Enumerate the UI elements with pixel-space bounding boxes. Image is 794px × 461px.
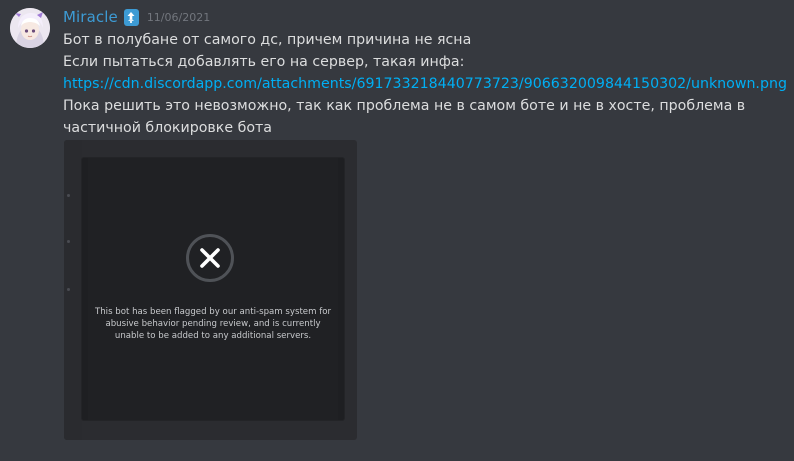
chat-message: Miracle 11/06/2021 Бот в полубане от сам… (0, 0, 794, 461)
image-attachment[interactable]: This bot has been flagged by our anti-sp… (64, 140, 357, 440)
screenshot-error-text: This bot has been flagged by our anti-sp… (82, 306, 344, 342)
message-line: Если пытаться добавлять его на сервер, т… (63, 54, 465, 70)
message-timestamp[interactable]: 11/06/2021 (147, 11, 210, 24)
attachment-link[interactable]: https://cdn.discordapp.com/attachments/6… (63, 73, 787, 95)
screenshot-text-line: abusive behavior pending review, and is … (105, 319, 321, 329)
author-name[interactable]: Miracle (63, 8, 118, 26)
message-line: Бот в полубане от самого дс, причем прич… (63, 32, 472, 48)
screenshot-dot (67, 288, 70, 291)
message-header: Miracle 11/06/2021 (63, 6, 210, 28)
screenshot-dot (67, 240, 70, 243)
screenshot-dot (67, 194, 70, 197)
avatar[interactable] (10, 8, 50, 48)
screenshot-text-line: unable to be added to any additional ser… (114, 331, 312, 341)
screenshot-modal-body (88, 158, 338, 420)
avatar-image (10, 8, 50, 48)
booster-badge-icon[interactable] (123, 8, 139, 26)
close-icon (186, 234, 234, 282)
screenshot-modal: This bot has been flagged by our anti-sp… (82, 158, 344, 420)
message-content: Бот в полубане от самого дс, причем прич… (63, 29, 787, 139)
message-paragraph: Пока решить это невозможно, так как проб… (63, 98, 746, 136)
screenshot-text-line: This bot has been flagged by our anti-sp… (94, 307, 332, 317)
